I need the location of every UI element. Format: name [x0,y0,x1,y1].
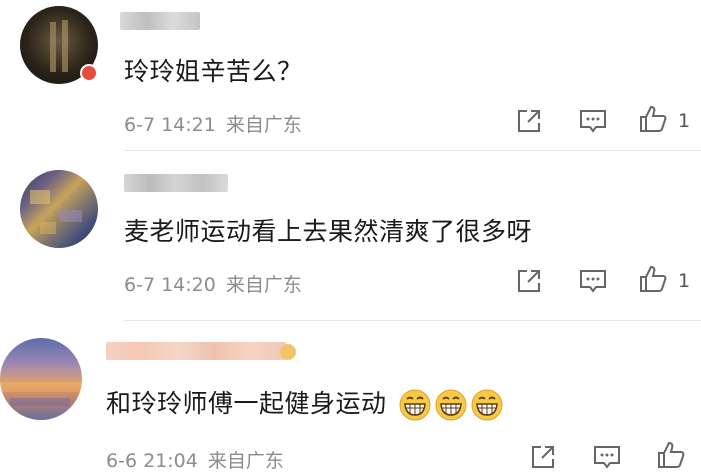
comment-text: 玲玲姐辛苦么？ [124,57,303,86]
share-icon[interactable] [514,106,544,136]
comment-meta: 6-7 14:21 来自广东 [124,110,312,137]
comment-location: 来自广东 [225,274,302,296]
avatar[interactable] [0,338,82,420]
member-badge [280,344,296,360]
comment-item: 和玲玲师傅一起健身运动 6-6 21:04 来自广东 [0,320,701,474]
comment-date: 6-6 21:04 [106,450,198,472]
comment-item: 麦老师运动看上去果然清爽了很多呀 6-7 14:20 来自广东 1 [0,150,701,321]
username-blurred[interactable] [106,342,286,360]
comment-item: 玲玲姐辛苦么？ 6-7 14:21 来自广东 1 [0,0,701,151]
like-count: 1 [678,270,691,292]
avatar-image [30,190,82,234]
avatar-image [0,382,82,406]
comment-location: 来自广东 [207,450,284,472]
thumbs-up-icon[interactable] [638,104,668,134]
comment-location: 来自广东 [225,114,302,136]
vip-badge [80,64,98,82]
comment-meta: 6-6 21:04 来自广东 [106,446,294,473]
comment-date: 6-7 14:21 [124,114,216,136]
comment-text: 和玲玲师傅一起健身运动 [106,384,503,421]
share-icon[interactable] [514,266,544,296]
share-icon[interactable] [528,442,558,472]
username-blurred[interactable] [120,12,200,30]
username-blurred[interactable] [124,174,228,192]
thumbs-up-icon[interactable] [638,264,668,294]
comment-meta: 6-7 14:20 来自广东 [124,270,312,297]
like-count: 1 [678,110,691,132]
comment-icon[interactable] [578,106,608,136]
thumbs-up-icon[interactable] [656,440,686,470]
grinning-face-emoji [435,389,467,421]
comment-icon[interactable] [592,442,622,472]
comment-date: 6-7 14:20 [124,274,216,296]
avatar[interactable] [20,170,98,248]
comment-text: 麦老师运动看上去果然清爽了很多呀 [124,217,533,246]
grinning-face-emoji [399,389,431,421]
comment-text-body: 和玲玲师傅一起健身运动 [106,389,387,418]
grinning-face-emoji [471,389,503,421]
comment-icon[interactable] [578,266,608,296]
